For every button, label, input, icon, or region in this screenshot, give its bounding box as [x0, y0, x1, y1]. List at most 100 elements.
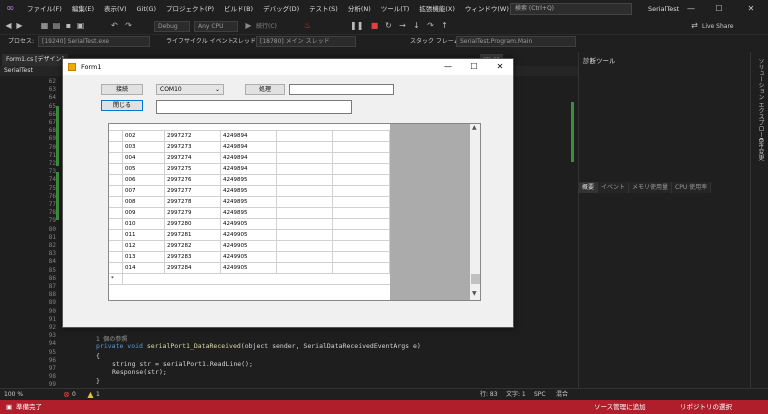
undo-icon[interactable]: ↶	[110, 21, 119, 30]
grid-cell[interactable]: 008	[123, 197, 165, 208]
grid-cell[interactable]	[333, 153, 390, 164]
grid-cell[interactable]	[333, 186, 390, 197]
grid-cell[interactable]: 4249894	[221, 164, 277, 175]
close-icon[interactable]: ✕	[740, 0, 762, 18]
tab-cpu[interactable]: CPU 使用率	[672, 182, 712, 193]
live-share-button[interactable]: Live Share	[702, 21, 733, 32]
port-select[interactable]: COM10 ⌄	[156, 84, 224, 95]
grid-cell[interactable]: 013	[123, 252, 165, 263]
redo-icon[interactable]: ↷	[124, 21, 133, 30]
grid-cell[interactable]: 4249905	[221, 263, 277, 274]
config-dropdown[interactable]: Debug	[154, 21, 190, 32]
grid-row[interactable]: 009 2997279 4249895	[109, 208, 390, 219]
tab-summary[interactable]: 概要	[579, 182, 599, 193]
grid-cell[interactable]	[277, 263, 333, 274]
stop-icon[interactable]: ■	[370, 21, 379, 30]
menu-window[interactable]: ウィンドウ(W)	[460, 0, 514, 18]
grid-cell[interactable]: 4249895	[221, 175, 277, 186]
menu-git[interactable]: Git(G)	[132, 0, 162, 18]
grid-cell[interactable]: 010	[123, 219, 165, 230]
menu-file[interactable]: ファイル(F)	[22, 0, 67, 18]
solution-explorer-tab[interactable]: ソリューション エクスプローラー	[756, 58, 765, 150]
menu-debug[interactable]: デバッグ(D)	[258, 0, 304, 18]
live-share-icon[interactable]: ⇄	[690, 21, 699, 30]
grid-cell[interactable]: 014	[123, 263, 165, 274]
text-input-1[interactable]	[289, 84, 394, 95]
grid-cell[interactable]: 2997273	[165, 142, 221, 153]
grid-cell[interactable]: 4249894	[221, 153, 277, 164]
grid-cell[interactable]	[333, 252, 390, 263]
grid-row[interactable]: 004 2997274 4249894	[109, 153, 390, 164]
pause-icon[interactable]: ❚❚	[350, 21, 363, 30]
menu-test[interactable]: テスト(S)	[304, 0, 343, 18]
grid-cell[interactable]	[277, 208, 333, 219]
grid-cell[interactable]: 4249905	[221, 219, 277, 230]
process-button[interactable]: 処理	[245, 84, 285, 95]
grid-cell[interactable]: 2997284	[165, 263, 221, 274]
git-changes-tab[interactable]: Git 変更	[756, 138, 765, 161]
grid-cell[interactable]	[277, 164, 333, 175]
grid-cell[interactable]: 002	[123, 131, 165, 142]
tab-form1-designer[interactable]: Form1.cs [デザイン]	[2, 54, 68, 66]
indent-mode[interactable]: SPC	[534, 389, 546, 400]
grid-cell[interactable]: 2997279	[165, 208, 221, 219]
grid-cell[interactable]: 2997283	[165, 252, 221, 263]
grid-cell[interactable]	[277, 230, 333, 241]
grid-row[interactable]: 008 2997278 4249895	[109, 197, 390, 208]
hot-reload-icon[interactable]: ♨	[303, 21, 312, 30]
grid-cell[interactable]	[277, 186, 333, 197]
grid-cell[interactable]	[333, 230, 390, 241]
grid-cell[interactable]	[333, 175, 390, 186]
lifecycle-events-button[interactable]: ライフサイクル イベント	[166, 36, 234, 47]
text-input-2[interactable]	[156, 100, 352, 114]
source-control-button[interactable]: ソース管理に追加	[594, 400, 646, 414]
scroll-down-icon[interactable]: ▼	[472, 290, 477, 297]
minimize-icon[interactable]: —	[680, 0, 702, 18]
grid-cell[interactable]: 003	[123, 142, 165, 153]
grid-cell[interactable]	[277, 241, 333, 252]
grid-cell[interactable]	[333, 208, 390, 219]
connect-button[interactable]: 接続	[101, 84, 143, 95]
menu-tools[interactable]: ツール(T)	[376, 0, 415, 18]
stack-frame-dropdown[interactable]: SerialTest.Program.Main	[456, 36, 576, 47]
grid-cell[interactable]: 4249895	[221, 208, 277, 219]
grid-cell[interactable]	[277, 252, 333, 263]
restart-icon[interactable]: ↻	[384, 21, 393, 30]
continue-icon[interactable]: ▶	[244, 21, 253, 30]
grid-cell[interactable]: 2997278	[165, 197, 221, 208]
forward-icon[interactable]: ▶	[15, 21, 24, 30]
grid-row[interactable]: 010 2997280 4249905	[109, 219, 390, 230]
grid-cell[interactable]: 4249895	[221, 197, 277, 208]
grid-cell[interactable]	[333, 197, 390, 208]
grid-cell[interactable]: 009	[123, 208, 165, 219]
scroll-thumb[interactable]	[471, 274, 480, 284]
grid-cell[interactable]	[277, 142, 333, 153]
form-maximize-icon[interactable]: ☐	[461, 59, 487, 75]
grid-cell[interactable]: 4249894	[221, 131, 277, 142]
grid-row[interactable]: 002 2997272 4249894	[109, 131, 390, 142]
maximize-icon[interactable]: ☐	[708, 0, 730, 18]
grid-cell[interactable]: 4249905	[221, 241, 277, 252]
menu-build[interactable]: ビルド(B)	[219, 0, 258, 18]
grid-cell[interactable]	[277, 197, 333, 208]
grid-cell[interactable]: 012	[123, 241, 165, 252]
process-dropdown[interactable]: [19240] SerialTest.exe	[38, 36, 150, 47]
menu-project[interactable]: プロジェクト(P)	[161, 0, 219, 18]
save-icon[interactable]: ▪	[64, 21, 73, 30]
form-minimize-icon[interactable]: —	[435, 59, 461, 75]
save-all-icon[interactable]: ▣	[76, 21, 85, 30]
tab-events[interactable]: イベント	[598, 182, 630, 193]
grid-cell[interactable]	[277, 175, 333, 186]
grid-row[interactable]: 007 2997277 4249895	[109, 186, 390, 197]
grid-cell[interactable]: 2997281	[165, 230, 221, 241]
grid-cell[interactable]	[333, 142, 390, 153]
grid-row[interactable]: 011 2997281 4249905	[109, 230, 390, 241]
menu-extensions[interactable]: 拡張機能(X)	[414, 0, 460, 18]
grid-cell[interactable]	[333, 164, 390, 175]
grid-cell[interactable]: 4249905	[221, 230, 277, 241]
grid-cell[interactable]: 2997275	[165, 164, 221, 175]
grid-cell[interactable]	[277, 219, 333, 230]
repository-button[interactable]: リポジトリの選択	[680, 400, 732, 414]
form-close-icon[interactable]: ✕	[487, 59, 513, 75]
line-ending[interactable]: 混合	[556, 389, 568, 400]
